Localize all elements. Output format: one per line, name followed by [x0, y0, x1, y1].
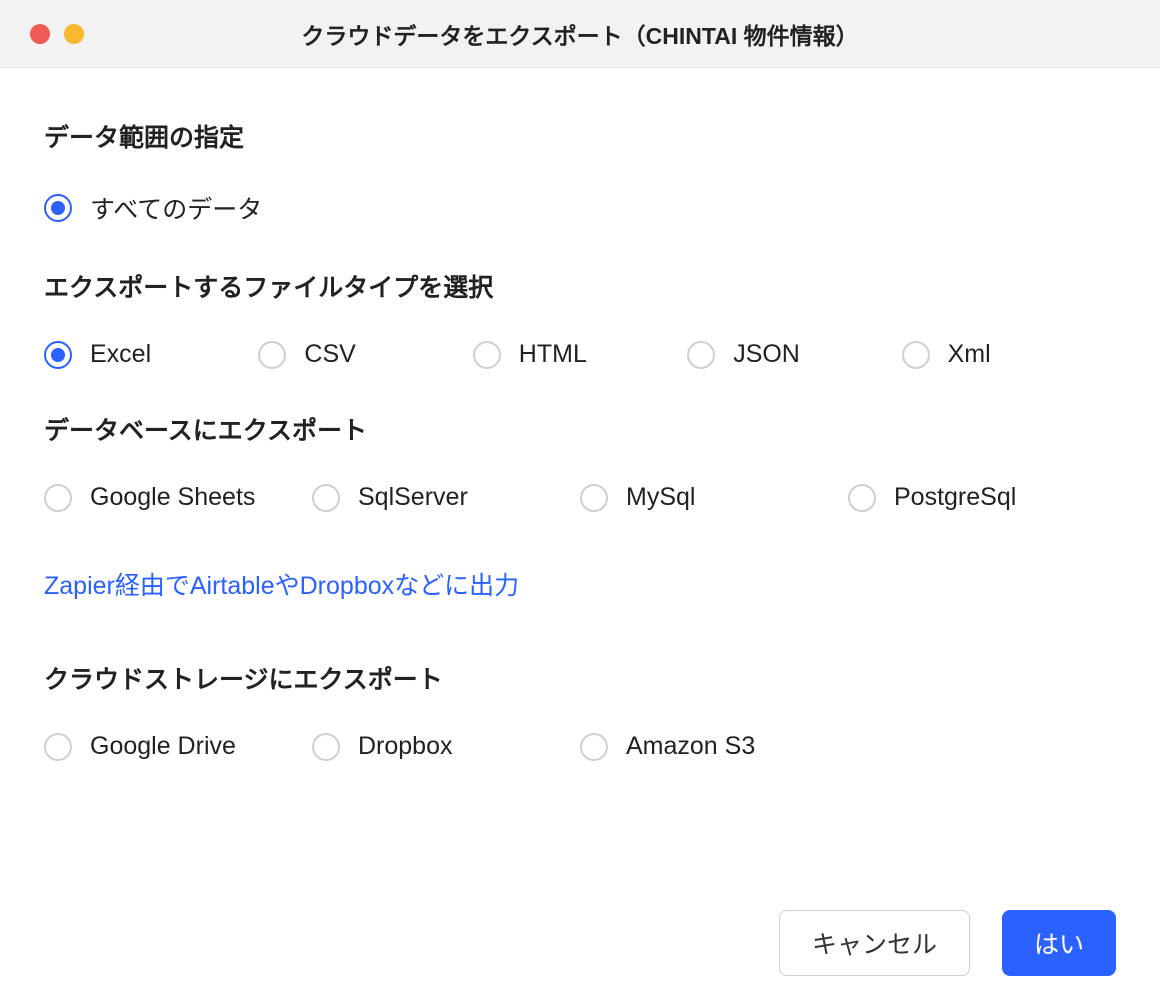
zapier-link[interactable]: Zapier経由でAirtableやDropboxなどに出力: [44, 566, 519, 602]
radio-icon: [580, 733, 608, 761]
cancel-button[interactable]: キャンセル: [779, 910, 970, 976]
radio-label: MySql: [626, 483, 695, 512]
radio-icon: [44, 484, 72, 512]
radio-label: HTML: [519, 340, 587, 369]
radio-postgresql[interactable]: PostgreSql: [848, 483, 1116, 512]
radio-xml[interactable]: Xml: [902, 340, 1116, 369]
radio-excel[interactable]: Excel: [44, 340, 258, 369]
window-title: クラウドデータをエクスポート（CHINTAI 物件情報）: [0, 17, 1160, 51]
radio-label: Excel: [90, 340, 151, 369]
radio-google-sheets[interactable]: Google Sheets: [44, 483, 312, 512]
confirm-button[interactable]: はい: [1002, 910, 1116, 976]
radio-sqlserver[interactable]: SqlServer: [312, 483, 580, 512]
section-cloud-storage: クラウドストレージにエクスポート Google Drive Dropbox Am…: [44, 660, 1116, 761]
radio-icon: [44, 194, 72, 222]
radio-label: すべてのデータ: [90, 190, 262, 226]
section-header-file-type: エクスポートするファイルタイプを選択: [44, 268, 1116, 304]
radio-icon: [473, 341, 501, 369]
titlebar: クラウドデータをエクスポート（CHINTAI 物件情報）: [0, 0, 1160, 68]
section-header-database: データベースにエクスポート: [44, 411, 1116, 447]
section-file-type: エクスポートするファイルタイプを選択 Excel CSV HTML JSON X…: [44, 268, 1116, 369]
radio-mysql[interactable]: MySql: [580, 483, 848, 512]
radio-icon: [312, 484, 340, 512]
dialog-content: データ範囲の指定 すべてのデータ エクスポートするファイルタイプを選択 Exce…: [0, 68, 1160, 761]
radio-label: PostgreSql: [894, 483, 1016, 512]
radio-label: Google Drive: [90, 732, 236, 761]
radio-icon: [580, 484, 608, 512]
file-type-options: Excel CSV HTML JSON Xml: [44, 340, 1116, 369]
section-data-range: データ範囲の指定 すべてのデータ: [44, 118, 1116, 226]
radio-csv[interactable]: CSV: [258, 340, 472, 369]
section-database: データベースにエクスポート Google Sheets SqlServer My…: [44, 411, 1116, 512]
radio-dropbox[interactable]: Dropbox: [312, 732, 580, 761]
dialog-footer: キャンセル はい: [779, 910, 1116, 976]
radio-icon: [312, 733, 340, 761]
database-options: Google Sheets SqlServer MySql PostgreSql: [44, 483, 1116, 512]
radio-icon: [902, 341, 930, 369]
radio-label: CSV: [304, 340, 355, 369]
radio-label: Xml: [948, 340, 991, 369]
section-header-data-range: データ範囲の指定: [44, 118, 1116, 154]
radio-label: JSON: [733, 340, 800, 369]
radio-icon: [848, 484, 876, 512]
radio-icon: [258, 341, 286, 369]
radio-json[interactable]: JSON: [687, 340, 901, 369]
zapier-link-row: Zapier経由でAirtableやDropboxなどに出力: [44, 554, 1116, 614]
radio-amazon-s3[interactable]: Amazon S3: [580, 732, 848, 761]
traffic-lights: [30, 24, 84, 44]
radio-icon: [44, 341, 72, 369]
radio-label: Amazon S3: [626, 732, 755, 761]
cloud-storage-options: Google Drive Dropbox Amazon S3: [44, 732, 1116, 761]
radio-html[interactable]: HTML: [473, 340, 687, 369]
radio-label: SqlServer: [358, 483, 468, 512]
radio-all-data[interactable]: すべてのデータ: [44, 190, 1116, 226]
minimize-window-icon[interactable]: [64, 24, 84, 44]
radio-label: Google Sheets: [90, 483, 255, 512]
radio-label: Dropbox: [358, 732, 453, 761]
section-header-cloud-storage: クラウドストレージにエクスポート: [44, 660, 1116, 696]
radio-icon: [687, 341, 715, 369]
close-window-icon[interactable]: [30, 24, 50, 44]
radio-icon: [44, 733, 72, 761]
radio-google-drive[interactable]: Google Drive: [44, 732, 312, 761]
